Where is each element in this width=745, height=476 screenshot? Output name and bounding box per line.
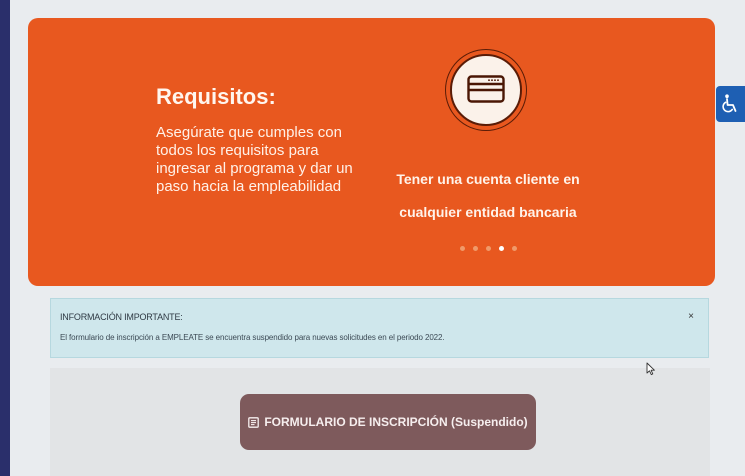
important-info-alert: INFORMACIÓN IMPORTANTE: El formulario de… (50, 298, 709, 358)
carousel-dot-3[interactable] (486, 246, 491, 251)
slide-text-line2: cualquier entidad bancaria (399, 204, 577, 220)
credit-card-icon (450, 54, 522, 126)
wheelchair-icon (722, 94, 737, 113)
carousel-dot-1[interactable] (460, 246, 465, 251)
alert-message: El formulario de inscripción a EMPLEATE … (60, 333, 445, 342)
carousel-dot-5[interactable] (512, 246, 517, 251)
registration-form-button-label: FORMULARIO DE INSCRIPCIÓN (Suspendido) (264, 415, 528, 429)
carousel-dot-2[interactable] (473, 246, 478, 251)
carousel-dot-4[interactable] (499, 246, 504, 251)
requirements-carousel: Requisitos: Asegúrate que cumples con to… (28, 18, 715, 286)
alert-close-button[interactable]: × (685, 311, 697, 323)
carousel-indicators (460, 246, 517, 251)
requirements-title: Requisitos: (156, 84, 276, 109)
accessibility-button[interactable] (716, 86, 745, 122)
slide-text-line1: Tener una cuenta cliente en (396, 171, 580, 187)
mouse-cursor-icon (646, 362, 655, 376)
alert-title: INFORMACIÓN IMPORTANTE: (60, 312, 183, 322)
form-icon (248, 416, 260, 428)
registration-form-button[interactable]: FORMULARIO DE INSCRIPCIÓN (Suspendido) (240, 394, 536, 450)
requirements-description: Asegúrate que cumples con todos los requ… (156, 124, 353, 195)
